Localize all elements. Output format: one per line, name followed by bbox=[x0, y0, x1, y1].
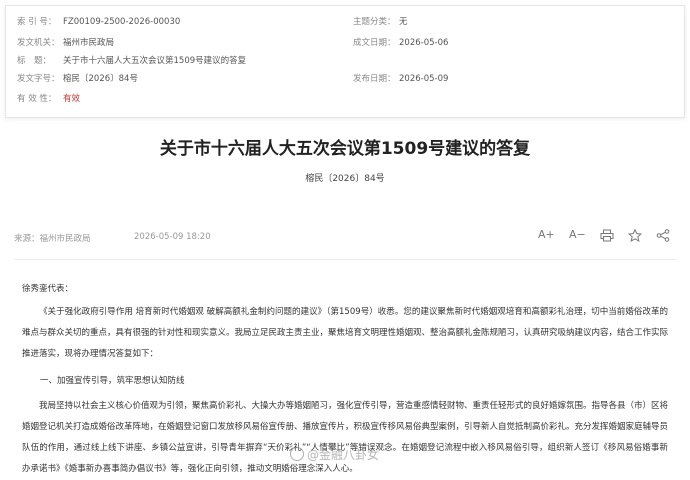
article-source-bar: 来源：福州市民政局 2026-05-09 18:20 A+ A− bbox=[14, 226, 676, 248]
share-icon bbox=[656, 229, 670, 242]
font-decrease-button[interactable]: A− bbox=[569, 228, 586, 241]
font-increase-button[interactable]: A+ bbox=[538, 228, 555, 241]
subject-value: 无 bbox=[399, 17, 408, 27]
favorite-button[interactable] bbox=[627, 228, 643, 245]
article-datetime: 2026-05-09 18:20 bbox=[134, 232, 211, 242]
watermark-text: @金融八卦女 bbox=[307, 448, 380, 462]
greeting: 徐秀銮代表： bbox=[22, 284, 74, 294]
star-icon bbox=[627, 228, 643, 243]
article-source: 来源：福州市民政局 bbox=[14, 234, 91, 244]
pubdate-label: 发布日期： bbox=[353, 74, 396, 84]
print-icon bbox=[600, 229, 614, 242]
validity-value: 有效 bbox=[63, 94, 81, 104]
meta-row-index: 索 引 号： FZ00109-2500-2026-00030 主题分类： 无 bbox=[6, 11, 684, 33]
paragraph-intro: 《关于强化政府引导作用 培育新时代婚姻观 破解高额礼金制约问题的建议》（第150… bbox=[22, 307, 669, 359]
index-value: FZ00109-2500-2026-00030 bbox=[63, 17, 181, 27]
meta-row-validity: 有 效 性： 有效 bbox=[6, 88, 684, 110]
watermark-logo-icon bbox=[290, 447, 304, 461]
subject-label: 主题分类： bbox=[353, 17, 396, 27]
docno-value: 榕民〔2026〕84号 bbox=[63, 74, 138, 84]
pubdate-value: 2026-05-09 bbox=[399, 74, 449, 84]
article-doc-number: 榕民〔2026〕84号 bbox=[305, 174, 385, 184]
paragraph-section-1: 我局坚持以社会主义核心价值观为引领，聚焦高价彩礼、大操大办等婚姻陋习，强化宣传引… bbox=[22, 401, 669, 474]
article-title: 关于市十六届人大五次会议第1509号建议的答复 bbox=[159, 139, 531, 159]
validity-label: 有 效 性： bbox=[17, 94, 57, 104]
meta-row-docno: 发文字号： 榕民〔2026〕84号 发布日期： 2026-05-09 bbox=[6, 68, 684, 90]
share-button[interactable] bbox=[656, 229, 670, 245]
section-heading-1: 一、加强宣传引导，筑牢思想认知防线 bbox=[40, 376, 185, 386]
document-metadata-panel: 索 引 号： FZ00109-2500-2026-00030 主题分类： 无 发… bbox=[5, 5, 685, 118]
docno-label: 发文字号： bbox=[17, 74, 60, 84]
watermark: @金融八卦女 bbox=[290, 446, 379, 463]
source-divider bbox=[14, 259, 676, 260]
index-label: 索 引 号： bbox=[17, 17, 57, 27]
print-button[interactable] bbox=[600, 229, 614, 245]
